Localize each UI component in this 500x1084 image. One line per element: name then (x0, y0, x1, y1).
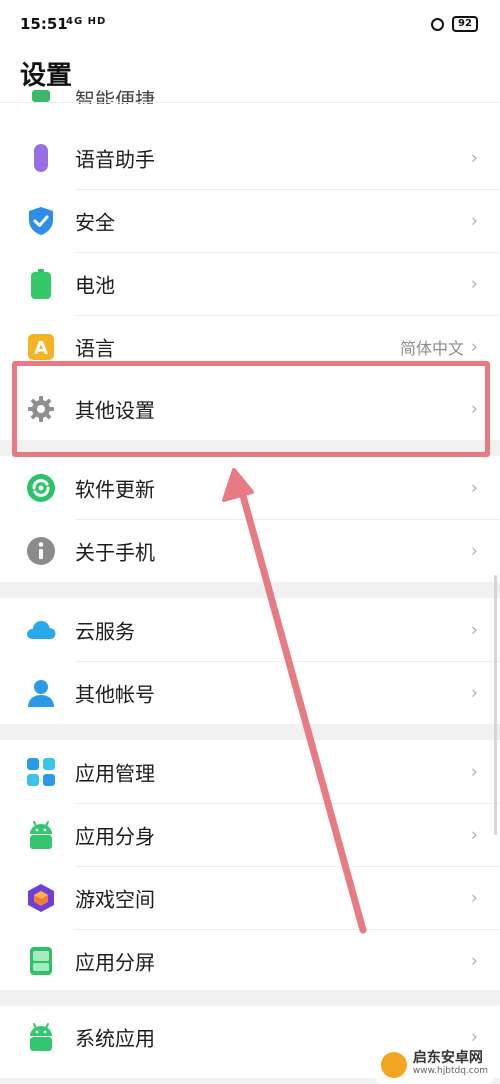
watermark-circle-icon (380, 1052, 407, 1078)
watermark-url: www.hjbtdq.com (412, 1066, 488, 1076)
annotation-arrow-icon (222, 468, 367, 934)
watermark-logo: 启东安卓网 www.hjbtdq.com (374, 1046, 494, 1084)
watermark-title: 启东安卓网 (412, 1050, 483, 1066)
